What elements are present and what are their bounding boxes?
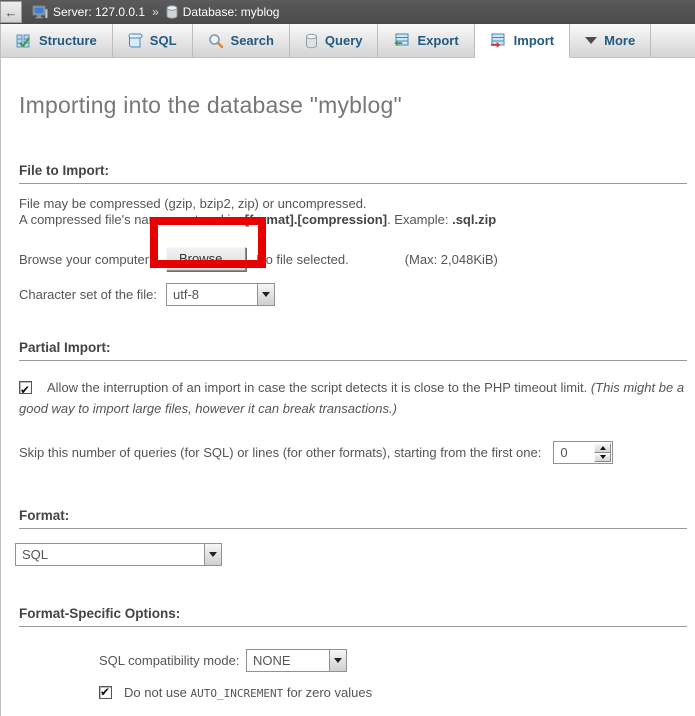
tab-label: Import [514, 33, 554, 48]
charset-label: Character set of the file: [19, 287, 166, 302]
format-heading: Format: [19, 508, 687, 529]
breadcrumb: Server: 127.0.0.1 » Database: myblog [32, 5, 279, 19]
tab-label: More [604, 33, 635, 48]
format-selected-value: SQL [16, 544, 204, 565]
no-file-selected-text: No file selected. [256, 252, 349, 267]
tab-import[interactable]: Import [475, 24, 570, 58]
format-select[interactable]: SQL [15, 543, 222, 566]
compression-note: File may be compressed (gzip, bzip2, zip… [19, 196, 689, 228]
tab-bar: Structure SQL Search Query [1, 24, 695, 58]
sql-compatibility-value: NONE [247, 650, 329, 671]
query-icon [305, 33, 318, 49]
tab-label: Query [325, 33, 363, 48]
tab-search[interactable]: Search [193, 24, 290, 57]
chevron-down-icon [262, 292, 270, 297]
skip-queries-spinner[interactable]: 0 [553, 441, 613, 464]
search-icon [208, 33, 224, 49]
tab-label: SQL [150, 33, 177, 48]
skip-queries-row: Skip this number of queries (for SQL) or… [19, 441, 689, 464]
spinner-up-button[interactable] [594, 443, 611, 453]
tab-sql[interactable]: SQL [113, 24, 193, 57]
spinner-down-button[interactable] [594, 453, 611, 463]
tab-query[interactable]: Query [290, 24, 379, 57]
charset-select[interactable]: utf-8 [166, 283, 275, 306]
tab-structure[interactable]: Structure [1, 24, 113, 57]
chevron-down-icon [209, 552, 217, 557]
max-upload-size: (Max: 2,048KiB) [405, 252, 498, 267]
spinner-buttons [594, 443, 611, 462]
format-specific-options-body: SQL compatibility mode: NONE Do not use … [99, 649, 689, 700]
sql-compatibility-row: SQL compatibility mode: NONE [99, 649, 689, 672]
allow-interruption-checkbox[interactable] [19, 381, 32, 394]
export-icon [393, 33, 410, 49]
format-specific-options-heading: Format-Specific Options: [19, 606, 687, 627]
breadcrumb-bar: ← Server: 127.0.0.1 » Database: myblog [0, 0, 695, 24]
chevron-down-icon [585, 37, 597, 44]
tab-label: Export [417, 33, 458, 48]
charset-row: Character set of the file: utf-8 [19, 283, 689, 306]
compression-note-line1: File may be compressed (gzip, bzip2, zip… [19, 196, 689, 212]
breadcrumb-server-link[interactable]: Server: 127.0.0.1 [53, 5, 145, 19]
sql-compatibility-select[interactable]: NONE [246, 649, 347, 672]
dropdown-arrow-button[interactable] [257, 284, 274, 305]
auto-increment-checkbox[interactable] [99, 686, 112, 699]
tab-more[interactable]: More [570, 24, 651, 57]
server-icon [32, 5, 48, 19]
auto-increment-label: Do not use AUTO_INCREMENT for zero value… [124, 685, 372, 700]
file-to-import-heading: File to Import: [19, 163, 687, 184]
dropdown-arrow-button[interactable] [204, 544, 221, 565]
sql-compatibility-label: SQL compatibility mode: [99, 653, 246, 668]
database-icon [166, 5, 178, 19]
allow-interruption-label: Allow the interruption of an import in c… [47, 380, 591, 395]
browse-label: Browse your computer: [19, 252, 166, 267]
charset-selected-value: utf-8 [167, 284, 257, 305]
breadcrumb-separator: » [152, 5, 159, 19]
dropdown-arrow-button[interactable] [329, 650, 346, 671]
main-panel: Structure SQL Search Query [0, 24, 695, 716]
browse-button[interactable]: Browse... [166, 247, 246, 271]
chevron-down-icon [334, 658, 342, 663]
browse-row: Browse your computer: Browse... No file … [19, 247, 689, 271]
tab-label: Structure [39, 33, 97, 48]
breadcrumb-database-link[interactable]: Database: myblog [183, 5, 280, 19]
import-icon [490, 33, 507, 49]
auto-increment-row: Do not use AUTO_INCREMENT for zero value… [99, 685, 689, 700]
skip-queries-value: 0 [554, 442, 580, 463]
nav-panel-toggle-button[interactable]: ← [0, 1, 22, 23]
tab-label: Search [231, 33, 274, 48]
partial-import-heading: Partial Import: [19, 340, 687, 361]
structure-icon [16, 33, 32, 49]
import-page: Importing into the database "myblog" Fil… [1, 92, 695, 716]
page-title: Importing into the database "myblog" [19, 92, 689, 119]
allow-interruption-row: Allow the interruption of an import in c… [19, 377, 687, 419]
compression-note-line2: A compressed file's name must end in .[f… [19, 212, 689, 228]
tab-export[interactable]: Export [378, 24, 474, 57]
sql-icon [128, 33, 143, 49]
skip-queries-label: Skip this number of queries (for SQL) or… [19, 445, 541, 460]
